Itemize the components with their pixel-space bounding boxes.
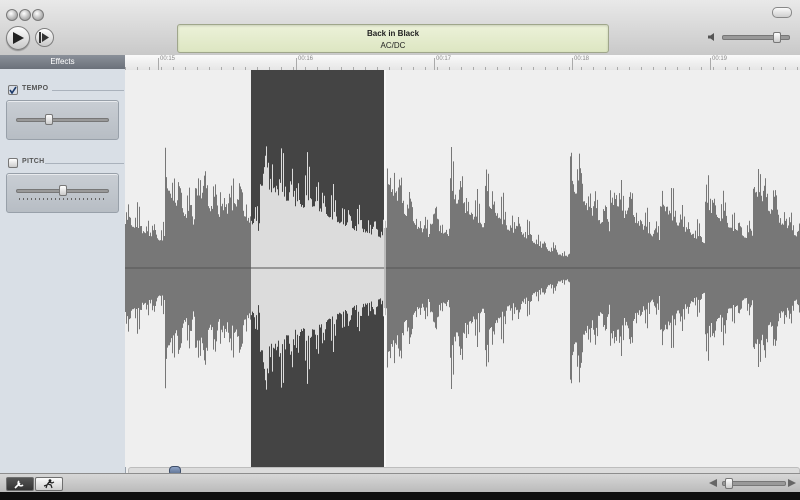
divider — [45, 163, 124, 164]
speaker-icon — [708, 33, 714, 41]
pitch-checkbox[interactable] — [8, 158, 18, 168]
toolbar-toggle-button[interactable] — [772, 7, 792, 18]
waveform-view[interactable] — [125, 70, 800, 467]
app-window: Back in Black AC/DC Effects TEMPO PITCH — [0, 0, 800, 500]
zoom-out-icon[interactable] — [709, 479, 717, 487]
tempo-slider-track[interactable] — [16, 118, 109, 122]
play-button[interactable] — [6, 26, 30, 50]
minimize-button[interactable] — [19, 9, 31, 21]
pitch-slider-ticks — [19, 198, 104, 200]
running-man-icon — [43, 479, 55, 489]
effects-mode-button[interactable] — [6, 477, 34, 491]
play-icon — [13, 32, 24, 44]
volume-slider-thumb[interactable] — [773, 32, 781, 43]
time-ruler[interactable]: 00:15 00:16 00:17 00:18 00:19 — [125, 55, 800, 71]
ruler-label: 00:17 — [436, 56, 452, 62]
wrench-icon — [14, 480, 24, 489]
zoom-control — [709, 478, 797, 489]
tempo-panel — [6, 100, 119, 140]
song-artist: AC/DC — [380, 41, 406, 50]
divider — [52, 90, 124, 91]
song-title: Back in Black — [366, 29, 420, 38]
zoom-button[interactable] — [32, 9, 44, 21]
ruler-label: 00:15 — [160, 56, 176, 62]
volume-control — [708, 32, 790, 43]
ruler-major-tick — [572, 58, 573, 70]
pitch-panel — [6, 173, 119, 213]
ruler-label: 00:19 — [712, 56, 728, 62]
play-selection-button[interactable] — [35, 28, 54, 47]
zoom-in-icon[interactable] — [788, 479, 796, 487]
play-selection-icon — [39, 32, 49, 43]
ruler-major-tick — [710, 58, 711, 70]
bottom-bar — [0, 473, 800, 493]
ruler-major-tick — [158, 58, 159, 70]
pitch-label: PITCH — [22, 158, 45, 165]
window-bottom-edge — [0, 492, 800, 500]
ruler-label: 00:18 — [574, 56, 590, 62]
tempo-checkbox[interactable] — [8, 85, 18, 95]
now-playing-display: Back in Black AC/DC — [177, 24, 609, 53]
zoom-slider-thumb[interactable] — [725, 478, 733, 489]
effects-sidebar: Effects TEMPO PITCH — [0, 55, 126, 473]
toolbar: Back in Black AC/DC — [0, 0, 800, 56]
waveform — [125, 70, 800, 467]
tempo-label: TEMPO — [22, 85, 49, 92]
ruler-major-tick — [434, 58, 435, 70]
pitch-slider-thumb[interactable] — [59, 185, 67, 196]
ruler-major-tick — [296, 58, 297, 70]
close-button[interactable] — [6, 9, 18, 21]
tempo-slider-thumb[interactable] — [45, 114, 53, 125]
tempo-mode-button[interactable] — [35, 477, 63, 491]
checkmark-icon — [9, 86, 17, 95]
effects-header: Effects — [0, 55, 125, 69]
ruler-label: 00:16 — [298, 56, 314, 62]
